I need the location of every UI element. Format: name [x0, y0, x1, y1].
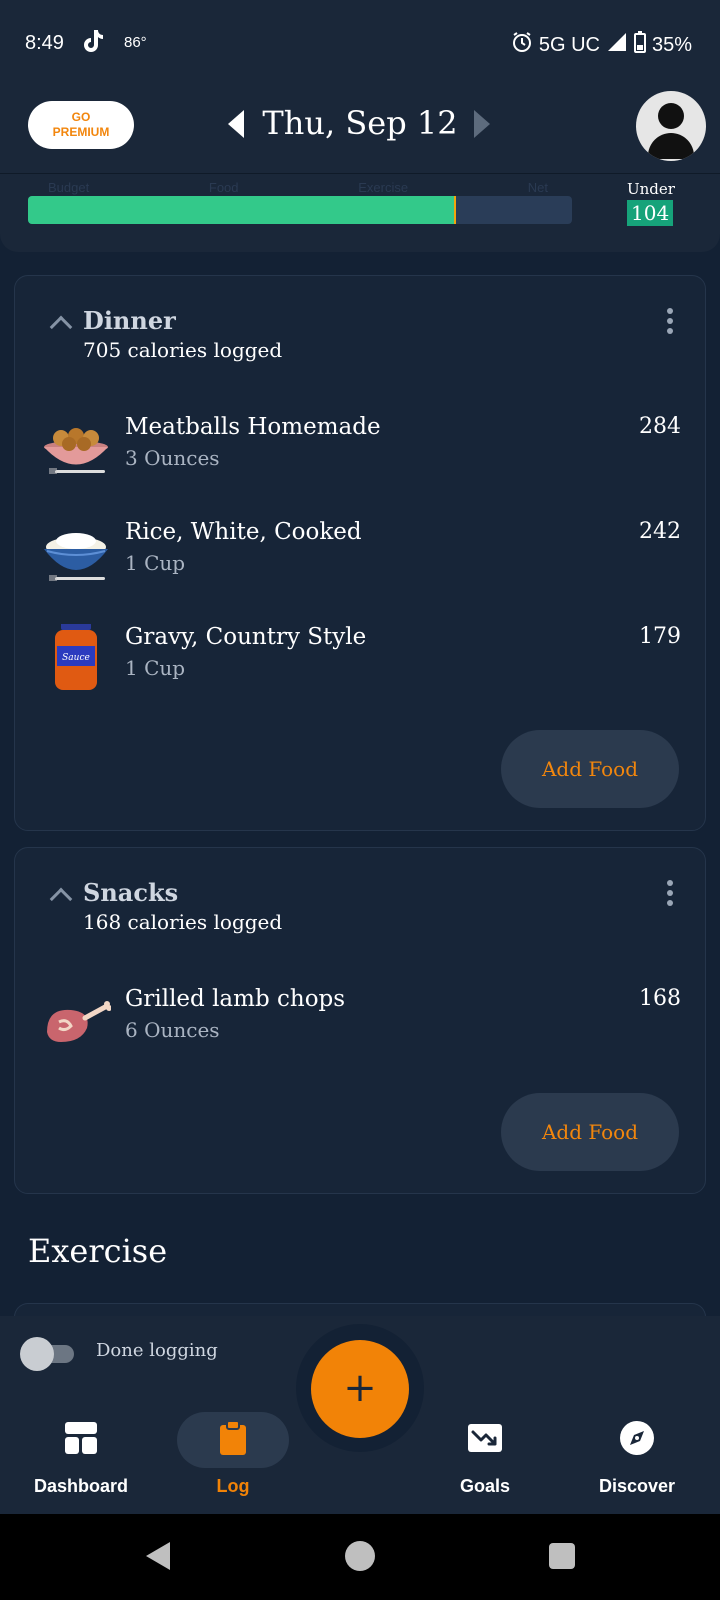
- meatballs-bowl-icon: [41, 414, 111, 484]
- nav-label: Goals: [459, 1476, 511, 1496]
- food-name: Meatballs Homemade: [125, 414, 381, 440]
- lamb-chop-icon: [41, 986, 112, 1056]
- sauce-jar-icon: Sauce: [41, 622, 111, 694]
- status-temperature: 86°: [124, 34, 147, 51]
- nav-item-dashboard[interactable]: Dashboard: [6, 1390, 156, 1514]
- meal-title: Dinner: [83, 306, 176, 335]
- quick-add-button[interactable]: +: [311, 1340, 409, 1438]
- add-food-button[interactable]: Add Food: [501, 1093, 679, 1171]
- previous-day-icon[interactable]: [228, 110, 244, 138]
- avatar-head-shape: [658, 103, 684, 129]
- clipboard-icon: [215, 1420, 251, 1456]
- exercise-label: Exercise: [358, 180, 409, 195]
- food-item[interactable]: Rice, White, Cooked 1 Cup 242: [15, 519, 707, 609]
- nav-label: Log: [216, 1476, 250, 1496]
- battery-icon: [633, 31, 646, 59]
- net-label: Net: [527, 180, 548, 195]
- meal-title: Snacks: [83, 878, 179, 907]
- calorie-progress-bar: [28, 196, 572, 224]
- alarm-icon: [511, 31, 533, 59]
- food-quantity: 1 Cup: [125, 551, 186, 575]
- avatar[interactable]: [636, 91, 706, 161]
- system-navigation-bar: [0, 1514, 720, 1600]
- calorie-budget-strip: Budget Food Exercise Net Under 104: [0, 174, 720, 252]
- dashboard-icon: [63, 1420, 99, 1456]
- go-premium-button[interactable]: GO PREMIUM: [28, 101, 134, 149]
- battery-percent: 35%: [651, 33, 692, 56]
- budget-labels: Budget Food Exercise Net: [48, 180, 548, 195]
- nav-item-goals[interactable]: Goals: [410, 1390, 560, 1514]
- signal-icon: [606, 32, 628, 58]
- collapse-chevron-icon[interactable]: [49, 887, 73, 911]
- food-calories: 179: [639, 624, 681, 649]
- tiktok-icon: [80, 28, 106, 61]
- toggle-knob: [20, 1337, 54, 1371]
- avatar-body-shape: [648, 133, 694, 159]
- food-calories: 242: [639, 519, 681, 544]
- rice-bowl-icon: [41, 519, 111, 589]
- food-quantity: 1 Cup: [125, 656, 186, 680]
- food-label: Food: [208, 180, 239, 195]
- food-item[interactable]: Sauce Gravy, Country Style 1 Cup 179: [15, 622, 707, 714]
- sauce-jar-label: Sauce: [62, 653, 90, 663]
- food-name: Gravy, Country Style: [125, 624, 367, 650]
- status-bar: 8:49 86° 5G UC 35%: [0, 0, 720, 88]
- budget-label: Budget: [48, 180, 90, 195]
- food-item[interactable]: Grilled lamb chops 6 Ounces 168: [15, 986, 707, 1076]
- meal-calories-logged: 168 calories logged: [83, 910, 283, 934]
- meal-calories-logged: 705 calories logged: [83, 338, 283, 362]
- food-item[interactable]: Meatballs Homemade 3 Ounces 284: [15, 414, 707, 504]
- under-value-badge: 104: [627, 200, 674, 226]
- nav-label: Discover: [598, 1476, 676, 1496]
- add-food-button[interactable]: Add Food: [501, 730, 679, 808]
- done-logging-toggle[interactable]: [20, 1337, 76, 1371]
- premium-label-line1: GO: [71, 110, 91, 124]
- exercise-section-title: Exercise: [28, 1232, 168, 1270]
- calorie-budget-marker: [454, 196, 456, 224]
- premium-label-line2: PREMIUM: [52, 125, 110, 139]
- back-icon[interactable]: [146, 1542, 170, 1570]
- meal-card-dinner: Dinner 705 calories logged Meatballs Hom…: [14, 275, 706, 831]
- date-title[interactable]: Thu, Sep 12: [260, 104, 460, 142]
- food-quantity: 6 Ounces: [125, 1018, 220, 1042]
- calorie-progress-fill: [28, 196, 456, 224]
- home-icon[interactable]: [345, 1541, 375, 1571]
- nav-label: Dashboard: [33, 1476, 129, 1496]
- more-options-icon[interactable]: [667, 308, 675, 334]
- collapse-chevron-icon[interactable]: [49, 315, 73, 339]
- next-day-icon[interactable]: [474, 110, 490, 138]
- compass-icon: [619, 1420, 655, 1456]
- food-name: Grilled lamb chops: [125, 986, 346, 1012]
- done-logging-label: Done logging: [96, 1340, 218, 1361]
- status-time: 8:49: [25, 32, 64, 54]
- app-header: GO PREMIUM Thu, Sep 12: [0, 88, 720, 174]
- nav-item-discover[interactable]: Discover: [562, 1390, 712, 1514]
- recents-icon[interactable]: [549, 1543, 575, 1569]
- under-label: Under: [627, 180, 675, 198]
- nav-item-log[interactable]: Log: [158, 1390, 308, 1514]
- food-calories: 168: [639, 986, 681, 1011]
- meal-card-snacks: Snacks 168 calories logged Grilled lamb …: [14, 847, 706, 1194]
- more-options-icon[interactable]: [667, 880, 675, 906]
- food-quantity: 3 Ounces: [125, 446, 220, 470]
- goals-chart-icon: [467, 1420, 503, 1456]
- network-label: 5G UC: [538, 33, 600, 56]
- food-calories: 284: [639, 414, 681, 439]
- food-name: Rice, White, Cooked: [125, 519, 362, 545]
- status-right-group: 5G UC 35%: [511, 31, 692, 59]
